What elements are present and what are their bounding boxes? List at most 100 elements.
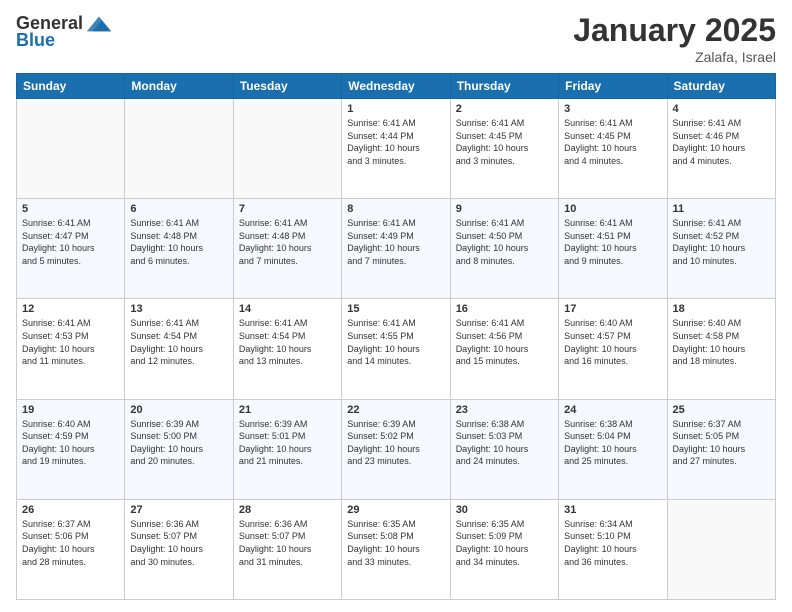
table-row: 1 Sunrise: 6:41 AMSunset: 4:44 PMDaylight… bbox=[342, 99, 450, 199]
col-thursday: Thursday bbox=[450, 74, 558, 99]
day-number: 24 bbox=[564, 404, 661, 416]
day-info: Sunrise: 6:41 AMSunset: 4:48 PMDaylight:… bbox=[130, 217, 227, 267]
day-number: 18 bbox=[673, 303, 770, 315]
day-info: Sunrise: 6:41 AMSunset: 4:52 PMDaylight:… bbox=[673, 217, 770, 267]
table-row: 20 Sunrise: 6:39 AMSunset: 5:00 PMDayligh… bbox=[125, 399, 233, 499]
day-info: Sunrise: 6:35 AMSunset: 5:08 PMDaylight:… bbox=[347, 518, 444, 568]
day-number: 5 bbox=[22, 203, 119, 215]
day-info: Sunrise: 6:41 AMSunset: 4:49 PMDaylight:… bbox=[347, 217, 444, 267]
table-row: 2Sunrise: 6:41 AMSunset: 4:45 PMDaylight… bbox=[450, 99, 558, 199]
table-row bbox=[667, 499, 775, 599]
day-number: 8 bbox=[347, 203, 444, 215]
table-row: 4 Sunrise: 6:41 AMSunset: 4:46 PMDaylight… bbox=[667, 99, 775, 199]
title-block: January 2025 Zalafa, Israel bbox=[573, 12, 776, 65]
day-info: Sunrise: 6:39 AMSunset: 5:02 PMDaylight:… bbox=[347, 418, 444, 468]
day-info: Sunrise: 6:41 AMSunset: 4:54 PMDaylight:… bbox=[239, 317, 336, 367]
day-number: 4 bbox=[673, 103, 770, 115]
table-row: 19 Sunrise: 6:40 AMSunset: 4:59 PMDayligh… bbox=[17, 399, 125, 499]
calendar-header-row: Sunday Monday Tuesday Wednesday Thursday… bbox=[17, 74, 776, 99]
table-row: 13Sunrise: 6:41 AMSunset: 4:54 PMDayligh… bbox=[125, 299, 233, 399]
col-sunday: Sunday bbox=[17, 74, 125, 99]
calendar-week-row: 1 Sunrise: 6:41 AMSunset: 4:44 PMDaylight… bbox=[17, 99, 776, 199]
day-info: Sunrise: 6:35 AMSunset: 5:09 PMDaylight:… bbox=[456, 518, 553, 568]
logo-icon bbox=[85, 12, 113, 34]
calendar-week-row: 26Sunrise: 6:37 AMSunset: 5:06 PMDayligh… bbox=[17, 499, 776, 599]
day-number: 26 bbox=[22, 504, 119, 516]
calendar-table: Sunday Monday Tuesday Wednesday Thursday… bbox=[16, 73, 776, 600]
day-number: 28 bbox=[239, 504, 336, 516]
col-friday: Friday bbox=[559, 74, 667, 99]
day-info: Sunrise: 6:41 AMSunset: 4:53 PMDaylight:… bbox=[22, 317, 119, 367]
day-number: 9 bbox=[456, 203, 553, 215]
table-row bbox=[125, 99, 233, 199]
day-info: Sunrise: 6:40 AMSunset: 4:57 PMDaylight:… bbox=[564, 317, 661, 367]
day-number: 22 bbox=[347, 404, 444, 416]
table-row: 31 Sunrise: 6:34 AMSunset: 5:10 PMDayligh… bbox=[559, 499, 667, 599]
day-info: Sunrise: 6:41 AMSunset: 4:44 PMDaylight:… bbox=[347, 117, 444, 167]
day-info: Sunrise: 6:38 AMSunset: 5:03 PMDaylight:… bbox=[456, 418, 553, 468]
day-info: Sunrise: 6:41 AMSunset: 4:56 PMDaylight:… bbox=[456, 317, 553, 367]
day-info: Sunrise: 6:41 AMSunset: 4:46 PMDaylight:… bbox=[673, 117, 770, 167]
day-info: Sunrise: 6:41 AMSunset: 4:45 PMDaylight:… bbox=[564, 117, 661, 167]
table-row: 18 Sunrise: 6:40 AMSunset: 4:58 PMDayligh… bbox=[667, 299, 775, 399]
day-info: Sunrise: 6:34 AMSunset: 5:10 PMDaylight:… bbox=[564, 518, 661, 568]
day-info: Sunrise: 6:36 AMSunset: 5:07 PMDaylight:… bbox=[130, 518, 227, 568]
table-row bbox=[233, 99, 341, 199]
day-number: 20 bbox=[130, 404, 227, 416]
day-info: Sunrise: 6:39 AMSunset: 5:00 PMDaylight:… bbox=[130, 418, 227, 468]
table-row: 27 Sunrise: 6:36 AMSunset: 5:07 PMDayligh… bbox=[125, 499, 233, 599]
table-row: 17 Sunrise: 6:40 AMSunset: 4:57 PMDayligh… bbox=[559, 299, 667, 399]
day-number: 11 bbox=[673, 203, 770, 215]
col-tuesday: Tuesday bbox=[233, 74, 341, 99]
table-row: 3Sunrise: 6:41 AMSunset: 4:45 PMDaylight… bbox=[559, 99, 667, 199]
table-row: 5 Sunrise: 6:41 AMSunset: 4:47 PMDaylight… bbox=[17, 199, 125, 299]
table-row: 16 Sunrise: 6:41 AMSunset: 4:56 PMDayligh… bbox=[450, 299, 558, 399]
calendar-week-row: 19 Sunrise: 6:40 AMSunset: 4:59 PMDayligh… bbox=[17, 399, 776, 499]
day-number: 27 bbox=[130, 504, 227, 516]
day-info: Sunrise: 6:39 AMSunset: 5:01 PMDaylight:… bbox=[239, 418, 336, 468]
calendar-week-row: 12 Sunrise: 6:41 AMSunset: 4:53 PMDayligh… bbox=[17, 299, 776, 399]
page-header: General Blue January 2025 Zalafa, Israel bbox=[16, 12, 776, 65]
day-number: 30 bbox=[456, 504, 553, 516]
table-row: 24 Sunrise: 6:38 AMSunset: 5:04 PMDayligh… bbox=[559, 399, 667, 499]
table-row: 10Sunrise: 6:41 AMSunset: 4:51 PMDayligh… bbox=[559, 199, 667, 299]
day-number: 17 bbox=[564, 303, 661, 315]
table-row bbox=[17, 99, 125, 199]
day-number: 12 bbox=[22, 303, 119, 315]
day-info: Sunrise: 6:41 AMSunset: 4:55 PMDaylight:… bbox=[347, 317, 444, 367]
day-number: 19 bbox=[22, 404, 119, 416]
table-row: 23 Sunrise: 6:38 AMSunset: 5:03 PMDayligh… bbox=[450, 399, 558, 499]
day-number: 31 bbox=[564, 504, 661, 516]
location: Zalafa, Israel bbox=[573, 49, 776, 65]
day-number: 7 bbox=[239, 203, 336, 215]
day-info: Sunrise: 6:41 AMSunset: 4:47 PMDaylight:… bbox=[22, 217, 119, 267]
day-number: 25 bbox=[673, 404, 770, 416]
day-info: Sunrise: 6:41 AMSunset: 4:50 PMDaylight:… bbox=[456, 217, 553, 267]
table-row: 21 Sunrise: 6:39 AMSunset: 5:01 PMDayligh… bbox=[233, 399, 341, 499]
day-info: Sunrise: 6:41 AMSunset: 4:51 PMDaylight:… bbox=[564, 217, 661, 267]
day-number: 16 bbox=[456, 303, 553, 315]
col-wednesday: Wednesday bbox=[342, 74, 450, 99]
day-number: 1 bbox=[347, 103, 444, 115]
day-number: 29 bbox=[347, 504, 444, 516]
table-row: 14Sunrise: 6:41 AMSunset: 4:54 PMDayligh… bbox=[233, 299, 341, 399]
day-info: Sunrise: 6:37 AMSunset: 5:05 PMDaylight:… bbox=[673, 418, 770, 468]
col-monday: Monday bbox=[125, 74, 233, 99]
logo: General Blue bbox=[16, 12, 113, 51]
table-row: 28Sunrise: 6:36 AMSunset: 5:07 PMDayligh… bbox=[233, 499, 341, 599]
day-number: 21 bbox=[239, 404, 336, 416]
day-info: Sunrise: 6:41 AMSunset: 4:45 PMDaylight:… bbox=[456, 117, 553, 167]
day-number: 23 bbox=[456, 404, 553, 416]
table-row: 22 Sunrise: 6:39 AMSunset: 5:02 PMDayligh… bbox=[342, 399, 450, 499]
day-number: 6 bbox=[130, 203, 227, 215]
table-row: 12 Sunrise: 6:41 AMSunset: 4:53 PMDayligh… bbox=[17, 299, 125, 399]
day-info: Sunrise: 6:40 AMSunset: 4:58 PMDaylight:… bbox=[673, 317, 770, 367]
day-info: Sunrise: 6:38 AMSunset: 5:04 PMDaylight:… bbox=[564, 418, 661, 468]
table-row: 7Sunrise: 6:41 AMSunset: 4:48 PMDaylight… bbox=[233, 199, 341, 299]
table-row: 25 Sunrise: 6:37 AMSunset: 5:05 PMDayligh… bbox=[667, 399, 775, 499]
day-number: 15 bbox=[347, 303, 444, 315]
day-info: Sunrise: 6:40 AMSunset: 4:59 PMDaylight:… bbox=[22, 418, 119, 468]
table-row: 8 Sunrise: 6:41 AMSunset: 4:49 PMDaylight… bbox=[342, 199, 450, 299]
table-row: 11 Sunrise: 6:41 AMSunset: 4:52 PMDayligh… bbox=[667, 199, 775, 299]
day-info: Sunrise: 6:41 AMSunset: 4:54 PMDaylight:… bbox=[130, 317, 227, 367]
